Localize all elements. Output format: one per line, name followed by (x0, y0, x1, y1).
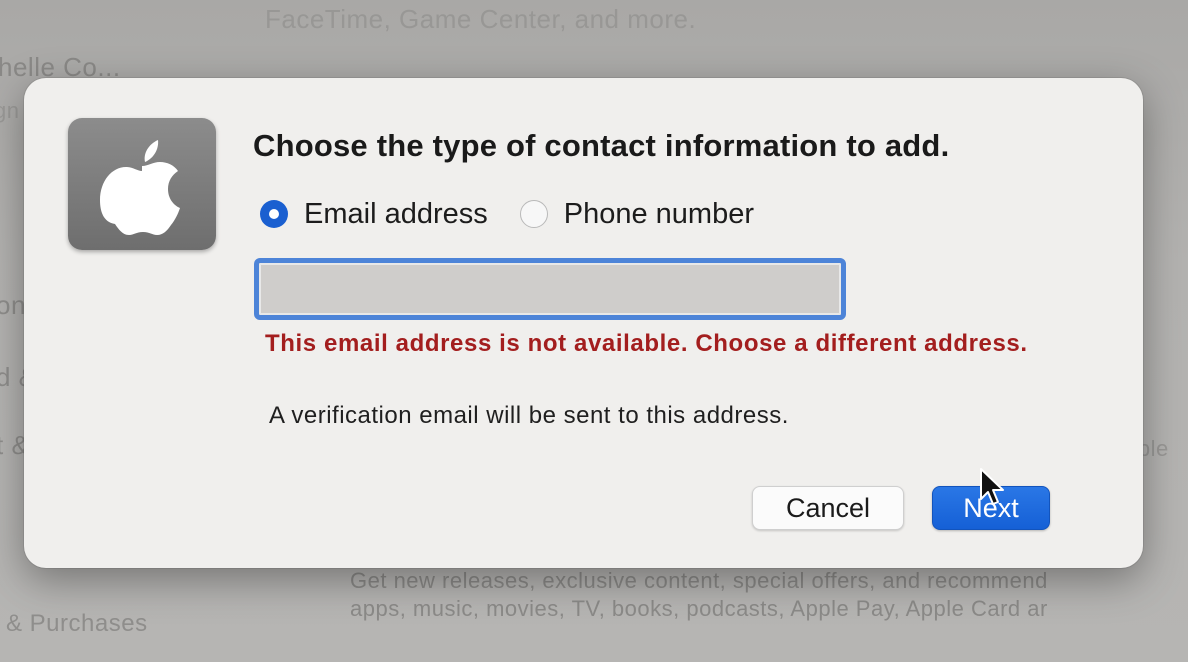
radio-option-phone[interactable]: Phone number (519, 197, 754, 231)
background-description-line: apps, music, movies, TV, books, podcasts… (350, 596, 1048, 621)
cancel-button[interactable]: Cancel (752, 486, 904, 530)
radio-option-email[interactable]: Email address (260, 198, 488, 231)
radio-label-email: Email address (304, 197, 488, 230)
background-sidebar-fragment: gn (0, 98, 20, 123)
background-sidebar-item-purchases: & Purchases (6, 610, 148, 637)
email-address-input[interactable] (254, 258, 846, 320)
mouse-pointer-icon (980, 468, 1004, 505)
radio-selected-dot (269, 209, 279, 219)
dialog-title: Choose the type of contact information t… (253, 128, 950, 163)
apple-logo-icon (68, 118, 216, 250)
radio-button-phone[interactable] (519, 200, 548, 228)
radio-label-phone: Phone number (563, 197, 754, 230)
email-error-message: This email address is not available. Cho… (265, 330, 1028, 357)
contact-info-dialog: Choose the type of contact information t… (24, 78, 1143, 568)
background-description-line: Get new releases, exclusive content, spe… (350, 568, 1048, 593)
background-sidebar-fragment: on (0, 290, 26, 320)
verification-info-text: A verification email will be sent to thi… (269, 402, 789, 429)
radio-button-email[interactable] (260, 200, 288, 228)
background-description-text: FaceTime, Game Center, and more. (265, 4, 697, 34)
contact-type-radio-group: Email address Phone number (260, 192, 754, 236)
